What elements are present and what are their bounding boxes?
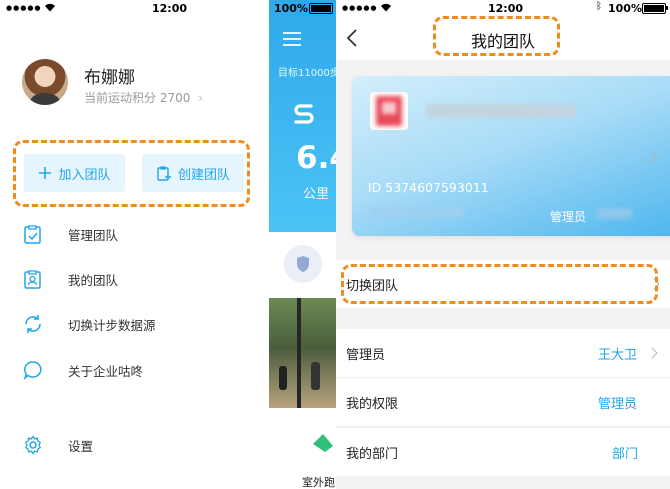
refresh-icon — [25, 315, 41, 333]
create-team-button[interactable]: 创建团队 — [142, 154, 244, 192]
chevron-right-icon: › — [198, 91, 203, 105]
side-drawer: ●●●●● 12:00 布娜娜 当前运动积分 2700 › 加入团队 创建团队 … — [0, 0, 269, 489]
highlight-title — [433, 16, 560, 56]
menu-item-my-team[interactable]: 我的团队 — [22, 267, 118, 291]
menu-label: 管理团队 — [68, 227, 119, 243]
running-shoe-icon[interactable] — [311, 432, 335, 454]
shield-badge[interactable] — [284, 245, 322, 283]
status-time: 12:00 — [488, 2, 524, 15]
admin-name-blurred — [596, 208, 632, 219]
menu-label: 关于企业咕咚 — [68, 363, 144, 379]
chevron-right-icon — [646, 347, 658, 359]
signal-icon: ●●●●● — [6, 4, 42, 12]
create-team-label: 创建团队 — [177, 167, 230, 183]
create-team-icon — [157, 166, 171, 181]
row-label: 我的部门 — [346, 446, 399, 462]
home-screen-peek: 100% 目标11000步 6.4 公里 室外跑 — [269, 0, 336, 489]
join-team-label: 加入团队 — [58, 167, 111, 183]
permission-value: 管理员 — [598, 396, 638, 412]
team-logo — [370, 92, 408, 130]
team-id: ID 5374607593011 — [368, 180, 489, 195]
points-link[interactable]: 当前运动积分 2700 › — [84, 89, 203, 106]
menu-label: 设置 — [68, 438, 94, 454]
gear-icon — [24, 435, 42, 455]
status-bar: ●●●●● 12:00 — [0, 0, 269, 16]
hamburger-menu-icon[interactable] — [282, 31, 302, 47]
shield-icon — [297, 256, 309, 272]
admin-row[interactable]: 管理员 王大卫 — [336, 329, 670, 378]
points-label: 当前运动积分 2700 — [84, 91, 191, 105]
clipboard-check-icon — [24, 225, 41, 244]
admin-name: 王大卫 — [598, 347, 638, 363]
battery-cap — [666, 6, 668, 10]
outdoor-run-label[interactable]: 室外跑 — [302, 474, 335, 489]
department-row[interactable]: 我的部门 部门 — [336, 428, 670, 476]
menu-item-switch-source[interactable]: 切换计步数据源 — [22, 312, 156, 336]
distance-value: 6.4 — [296, 140, 336, 176]
menu-label: 切换计步数据源 — [68, 317, 156, 333]
wifi-icon — [381, 3, 391, 12]
signal-icon: ●●●●● — [342, 4, 378, 12]
menu-item-settings[interactable]: 设置 — [22, 433, 93, 457]
team-name-blurred — [426, 104, 576, 118]
battery-text: 100% — [274, 2, 308, 15]
status-bar-mid: 100% — [269, 0, 336, 16]
my-team-screen: ●●●●● 12:00 ᛒ 100% 我的团队 ID 5374607593011… — [336, 0, 670, 489]
brand-logo-icon — [294, 104, 314, 124]
chat-bubble-icon — [23, 361, 42, 381]
battery-text: 100% — [608, 2, 642, 15]
menu-item-about[interactable]: 关于企业咕咚 — [22, 358, 143, 382]
status-time: 12:00 — [152, 2, 188, 15]
menu-item-manage-team[interactable]: 管理团队 — [22, 222, 118, 246]
distance-unit: 公里 — [303, 187, 330, 202]
row-label: 管理员 — [346, 347, 386, 363]
team-card[interactable]: ID 5374607593011 管理员 — [352, 76, 670, 236]
wifi-icon — [45, 3, 55, 12]
clipboard-user-icon — [24, 270, 41, 289]
sports-photo[interactable] — [269, 298, 336, 408]
chevron-right-icon — [646, 151, 658, 163]
department-value: 部门 — [612, 446, 639, 462]
bluetooth-icon: ᛒ — [596, 1, 602, 12]
battery-icon — [642, 3, 666, 14]
avatar[interactable] — [22, 59, 68, 105]
status-bar-right: ●●●●● 12:00 ᛒ 100% — [336, 0, 670, 16]
highlight-switch-team — [341, 264, 658, 304]
battery-icon — [309, 3, 333, 14]
team-info-blurred — [370, 207, 464, 217]
plus-icon — [39, 167, 52, 179]
row-label: 我的权限 — [346, 396, 399, 412]
menu-label: 我的团队 — [68, 272, 119, 288]
user-name[interactable]: 布娜娜 — [84, 63, 135, 88]
card-admin-label: 管理员 — [550, 210, 587, 224]
permission-row[interactable]: 我的权限 管理员 — [336, 378, 670, 427]
join-team-button[interactable]: 加入团队 — [24, 154, 125, 192]
goal-text: 目标11000步 — [278, 68, 336, 79]
